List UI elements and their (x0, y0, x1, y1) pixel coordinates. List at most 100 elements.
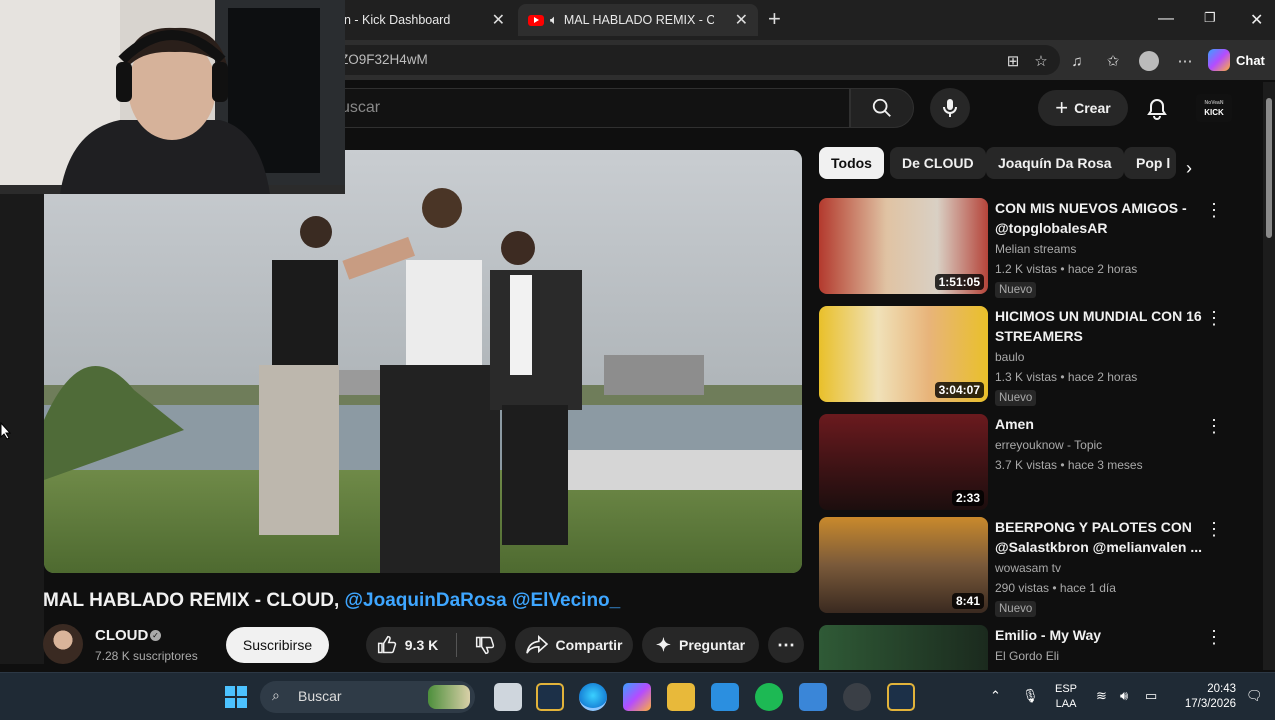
spotify-icon[interactable] (755, 683, 783, 711)
subscriber-count: 7.28 K suscriptores (95, 649, 198, 663)
more-menu-icon[interactable]: ⋯ (1174, 50, 1196, 72)
chip-from-cloud[interactable]: De CLOUD (890, 147, 986, 179)
address-bar[interactable]: ZO9F32H4wM (310, 45, 1060, 75)
recommendation-item[interactable]: Emilio - My Way El Gordo Eli ⋮ (819, 625, 1259, 670)
task-view-icon[interactable] (494, 683, 522, 711)
recommendation-channel[interactable]: El Gordo Eli (995, 649, 1059, 663)
kebab-menu-icon[interactable]: ⋮ (1205, 200, 1223, 222)
recommendation-title[interactable]: Amen (995, 414, 1205, 434)
like-separator (456, 633, 458, 657)
scrollbar-thumb[interactable] (1266, 98, 1272, 238)
favorites-icon[interactable]: ✩ (1102, 50, 1124, 72)
app-icon[interactable] (711, 683, 739, 711)
store-icon[interactable] (799, 683, 827, 711)
search-input[interactable]: uscar (290, 88, 850, 128)
keyboard-language[interactable]: ESP LAA (1055, 682, 1077, 712)
avatar-line1: NoVeaN (1204, 100, 1224, 106)
subscribe-button[interactable]: Suscribirse (226, 627, 329, 663)
recommendation-item[interactable]: 2:33 Amen erreyouknow - Topic 3.7 K vist… (819, 414, 1259, 514)
video-thumbnail[interactable] (819, 625, 988, 670)
plus-icon: + (1055, 95, 1069, 120)
chat-label: Chat (1236, 52, 1265, 68)
file-explorer-icon[interactable] (667, 683, 695, 711)
thumbs-down-icon[interactable] (475, 635, 495, 655)
favorite-star-icon[interactable]: ☆ (1030, 50, 1052, 72)
recommendation-item[interactable]: 3:04:07 HICIMOS UN MUNDIAL CON 16 STREAM… (819, 306, 1259, 406)
copilot-chat-button[interactable]: Chat (1208, 48, 1265, 72)
share-label: Compartir (555, 637, 623, 653)
minimize-icon[interactable]: — (1158, 10, 1174, 28)
kebab-menu-icon[interactable]: ⋮ (1205, 308, 1223, 330)
speaker-icon[interactable]: 🔈︎ (550, 12, 558, 28)
recommendation-title[interactable]: HICIMOS UN MUNDIAL CON 16 STREAMERS (995, 306, 1205, 346)
close-window-icon[interactable]: ✕ (1250, 10, 1263, 30)
notification-center-icon[interactable]: 🗨︎ (1246, 688, 1263, 704)
video-duration: 8:41 (951, 593, 984, 609)
windows-start-icon[interactable] (224, 685, 248, 709)
chip-all[interactable]: Todos (819, 147, 884, 179)
video-player[interactable] (44, 150, 802, 573)
create-button[interactable]: + Crear (1038, 90, 1128, 126)
recommendation-item[interactable]: 8:41 BEERPONG Y PALOTES CON @Salastkbron… (819, 517, 1259, 617)
close-tab-icon[interactable]: ✕ (492, 10, 505, 30)
voice-search-button[interactable] (930, 88, 970, 128)
close-tab-icon[interactable]: ✕ (735, 10, 748, 30)
search-label: Buscar (298, 688, 342, 704)
app-icon[interactable] (887, 683, 915, 711)
page-scrollbar[interactable] (1263, 82, 1275, 670)
recommendation-title[interactable]: CON MIS NUEVOS AMIGOS - @topglobalesAR (995, 198, 1205, 238)
volume-icon[interactable]: 🔊︎ (1120, 688, 1128, 704)
copilot-icon[interactable] (623, 683, 651, 711)
recommendation-channel[interactable]: wowasam tv (995, 561, 1061, 575)
ask-button[interactable]: ✦ Preguntar (642, 627, 759, 663)
widget-icon[interactable] (428, 685, 470, 709)
app-icon[interactable] (536, 683, 564, 711)
notifications-button[interactable] (1142, 94, 1172, 124)
recommendation-title[interactable]: BEERPONG Y PALOTES CON @Salastkbron @mel… (995, 517, 1205, 557)
search-icon (872, 98, 891, 117)
chevron-up-icon[interactable]: ⌃ (990, 688, 1001, 704)
battery-icon[interactable]: ▭ (1145, 688, 1157, 704)
kebab-menu-icon[interactable]: ⋮ (1205, 416, 1223, 438)
clock[interactable]: 20:43 17/3/2026 (1178, 682, 1236, 712)
new-tab-button[interactable]: + (768, 8, 781, 30)
edge-browser-icon[interactable] (579, 683, 607, 711)
recommendation-channel[interactable]: Melian streams (995, 242, 1076, 256)
app-icon[interactable] (843, 683, 871, 711)
recommendation-meta: 290 vistas • hace 1 día (995, 581, 1116, 595)
tab-kick-dashboard[interactable]: n - Kick Dashboard ✕ (330, 4, 515, 36)
kebab-menu-icon[interactable]: ⋮ (1205, 519, 1223, 541)
tab-youtube-video[interactable]: 🔈︎ MAL HABLADO REMIX - CLOUD ✕ (518, 4, 758, 36)
search-icon: ⌕ (272, 687, 280, 703)
account-avatar[interactable]: NoVeaN KICK (1196, 94, 1232, 122)
like-button[interactable]: 9.3 K (377, 635, 438, 655)
recommendation-channel[interactable]: erreyouknow - Topic (995, 438, 1102, 452)
search-button[interactable] (850, 88, 914, 128)
wifi-icon[interactable]: ≋ (1096, 688, 1107, 704)
recommendation-channel[interactable]: baulo (995, 350, 1024, 364)
media-control-icon[interactable]: ♫ (1066, 50, 1088, 72)
more-actions-button[interactable]: ⋯ (768, 627, 804, 663)
app-available-icon[interactable]: ⊞ (1002, 50, 1024, 72)
profile-icon[interactable] (1138, 50, 1160, 72)
channel-avatar[interactable] (43, 624, 83, 664)
share-button[interactable]: Compartir (515, 627, 633, 663)
video-frame (44, 150, 802, 573)
video-title-mentions[interactable]: @JoaquinDaRosa @ElVecino_ (345, 590, 621, 611)
channel-name[interactable]: CLOUD (95, 627, 148, 644)
chip-joaquin-da-rosa[interactable]: Joaquín Da Rosa (986, 147, 1124, 179)
chip-pop[interactable]: Pop l (1124, 147, 1176, 179)
video-thumbnail[interactable]: 3:04:07 (819, 306, 988, 402)
verified-check-icon: ✓ (150, 630, 161, 641)
video-thumbnail[interactable]: 2:33 (819, 414, 988, 510)
recommendation-title[interactable]: Emilio - My Way (995, 625, 1205, 645)
microphone-icon[interactable]: 🎙︎ (1022, 688, 1039, 704)
restore-icon[interactable]: ❐ (1204, 10, 1216, 26)
video-thumbnail[interactable]: 8:41 (819, 517, 988, 613)
avatar-line2: KICK (1204, 108, 1224, 117)
sparkle-icon: ✦ (655, 634, 671, 655)
kebab-menu-icon[interactable]: ⋮ (1205, 627, 1223, 649)
recommendation-item[interactable]: 1:51:05 CON MIS NUEVOS AMIGOS - @topglob… (819, 198, 1259, 298)
video-thumbnail[interactable]: 1:51:05 (819, 198, 988, 294)
chevron-right-icon[interactable]: › (1186, 158, 1208, 180)
